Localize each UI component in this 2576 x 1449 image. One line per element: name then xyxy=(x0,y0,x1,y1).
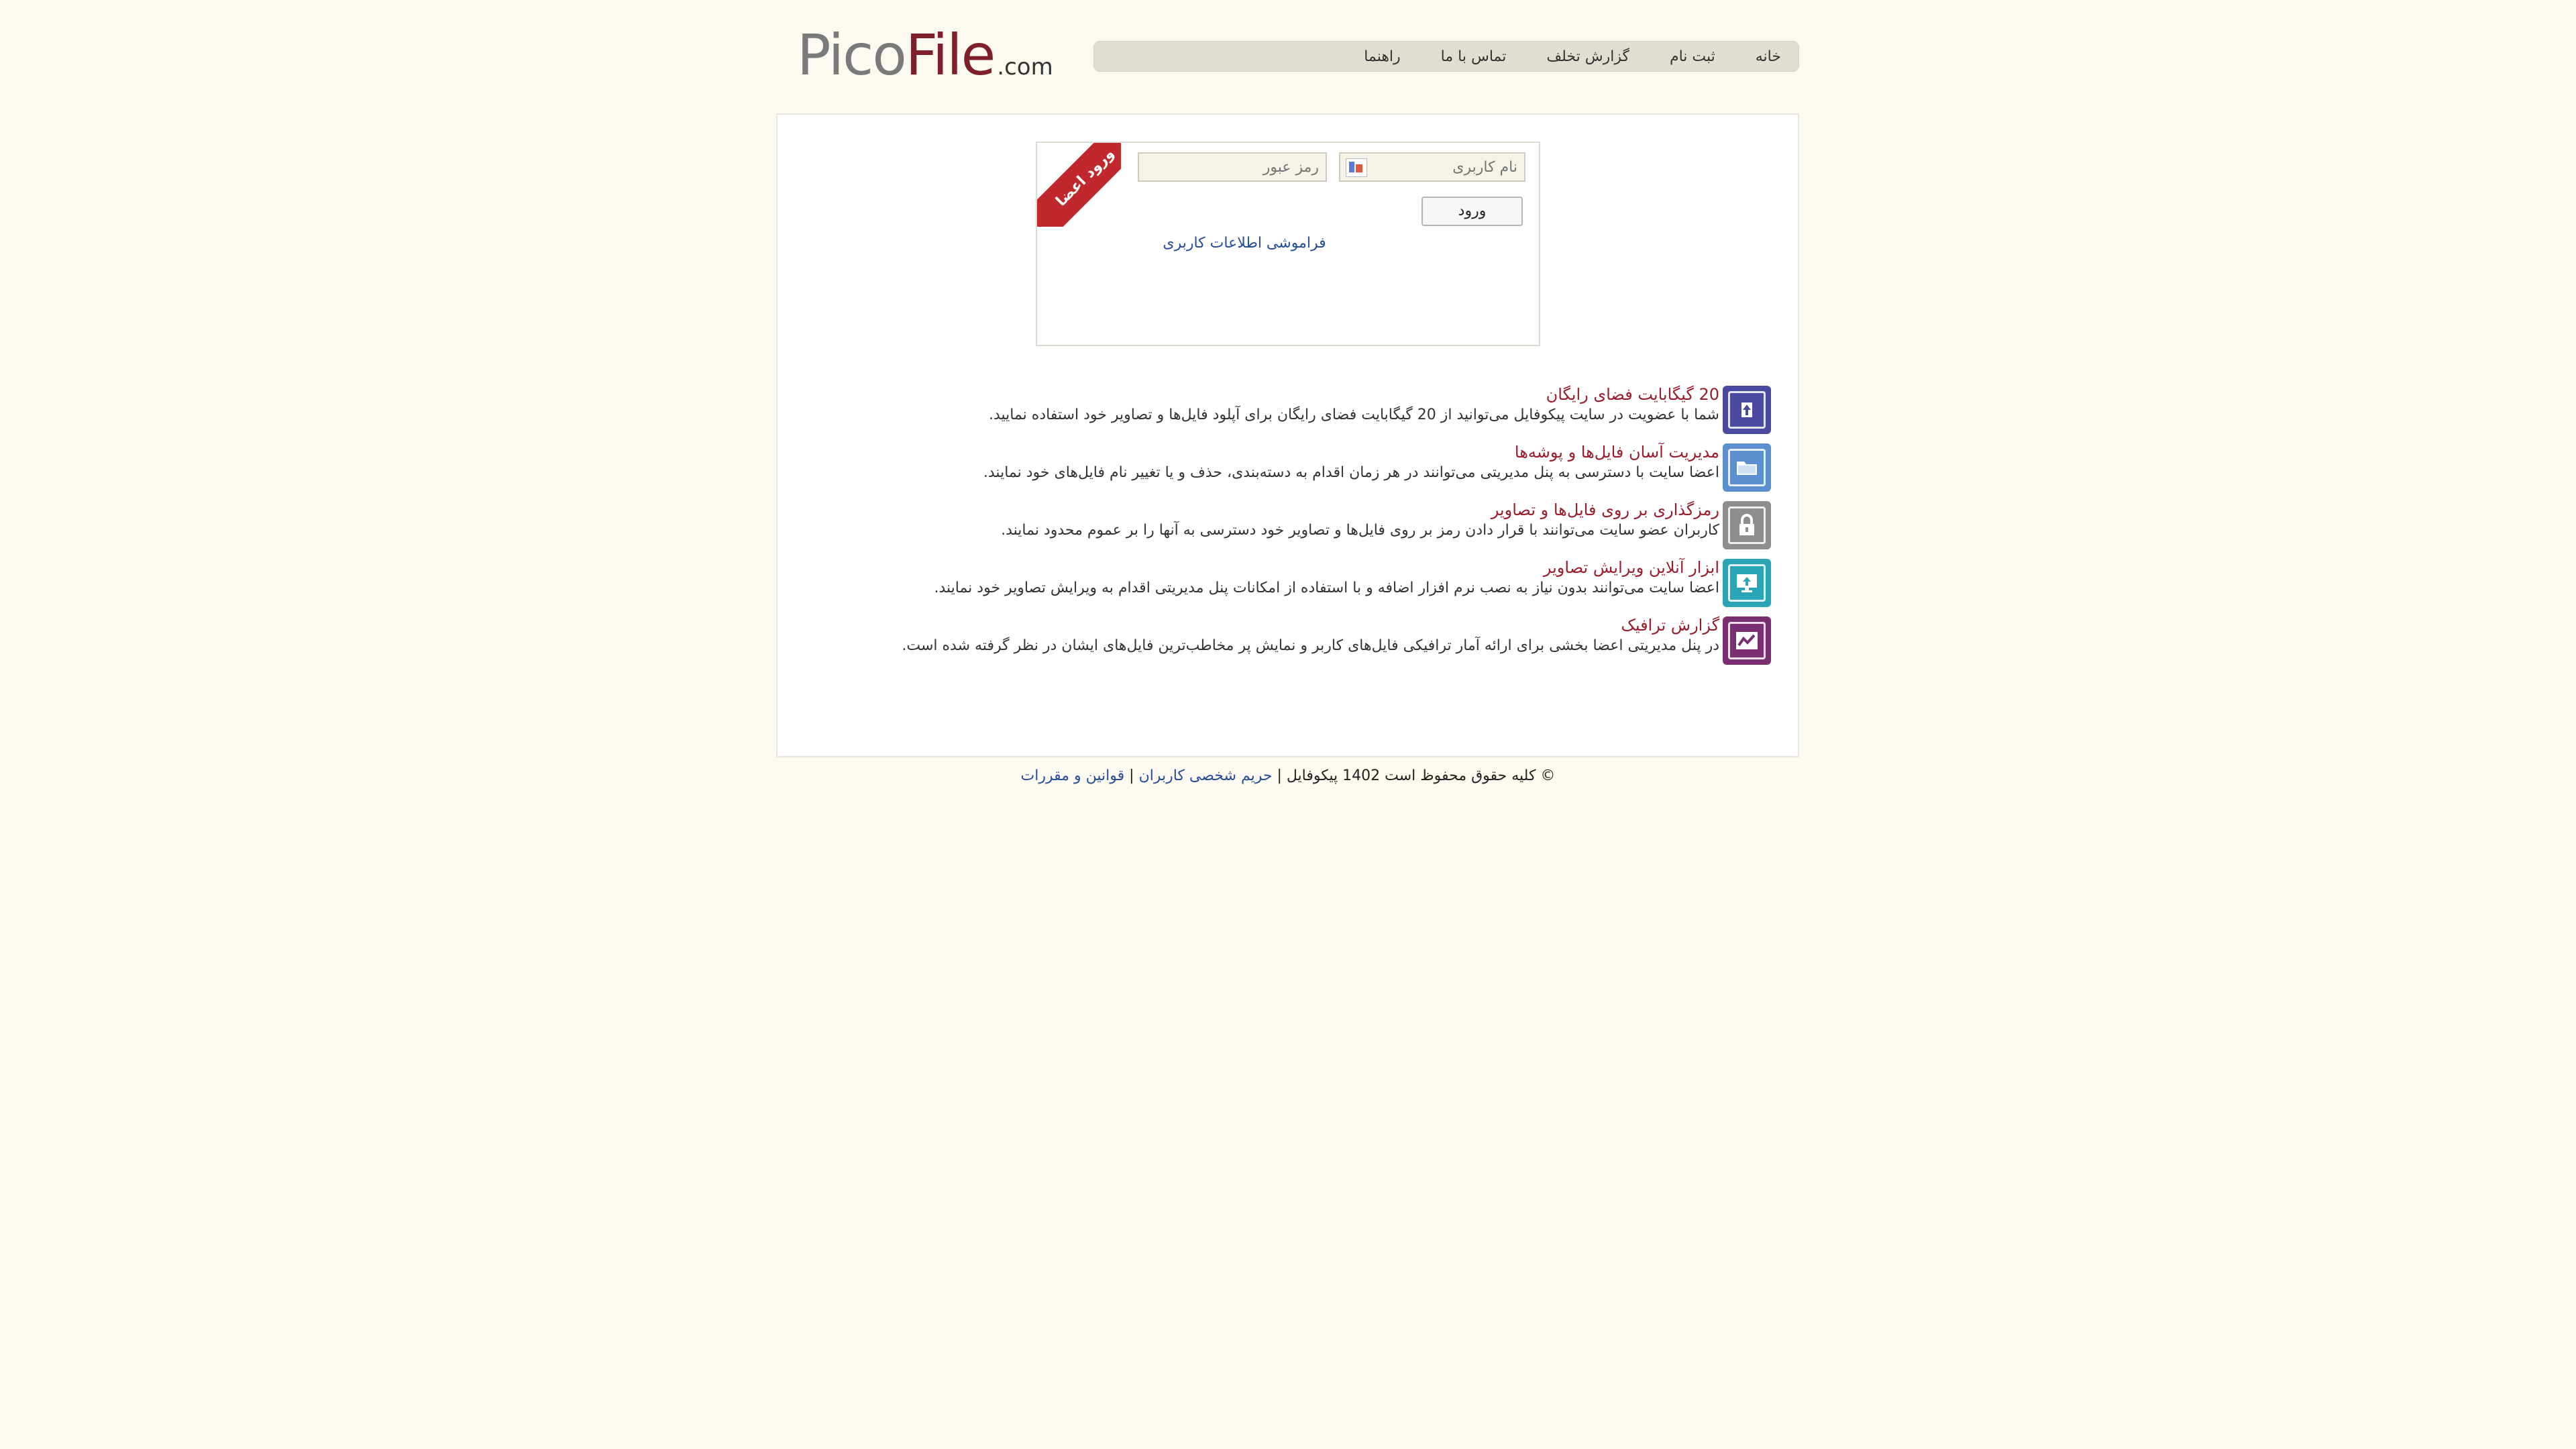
footer-separator: | xyxy=(1124,767,1139,784)
feature-password-protection: رمزگذاری بر روی فایل‌ها و تصاویر کاربران… xyxy=(1001,499,1719,541)
feature-title: ابزار آنلاین ویرایش تصاویر xyxy=(1543,558,1719,577)
nav-contact[interactable]: تماس با ما xyxy=(1441,48,1507,65)
logo-dotcom-text: .com xyxy=(997,54,1053,80)
privacy-link[interactable]: حریم شخصی کاربران xyxy=(1139,767,1273,784)
rules-link[interactable]: قوانین و مقررات xyxy=(1021,767,1125,784)
forgot-credentials-link[interactable]: فراموشی اطلاعات کاربری xyxy=(1161,235,1328,252)
feature-description: اعضا سایت می‌توانند بدون نیاز به نصب نرم… xyxy=(934,580,1719,596)
feature-title: رمزگذاری بر روی فایل‌ها و تصاویر xyxy=(1491,500,1719,519)
logo-pico-text: Pico xyxy=(797,22,907,88)
feature-title: گزارش ترافیک xyxy=(1621,616,1719,635)
keyboard-icon[interactable] xyxy=(1346,158,1367,177)
footer-separator: | xyxy=(1272,767,1287,784)
page: PicoFile .com خانه ثبت نام گزارش تخلف تما… xyxy=(0,0,2576,1449)
feature-description: در پنل مدیریتی اعضا بخشی برای ارائه آمار… xyxy=(902,637,1719,654)
footer: © کلیه حقوق محفوظ است 1402 پیکوفایل | حر… xyxy=(872,767,1704,784)
logo-file-text: File xyxy=(905,22,996,88)
feature-title: مدیریت آسان فایل‌ها و پوشه‌ها xyxy=(1514,443,1719,462)
ribbon-label: ورود اعضا xyxy=(1037,143,1121,227)
feature-file-management: مدیریت آسان فایل‌ها و پوشه‌ها اعضا سایت … xyxy=(983,441,1719,483)
upload-icon xyxy=(1723,386,1771,434)
feature-description: کاربران عضو سایت می‌توانند با قرار دادن … xyxy=(1001,522,1719,539)
site-logo[interactable]: PicoFile .com xyxy=(797,21,1053,89)
copyright-text: © کلیه حقوق محفوظ است 1402 پیکوفایل xyxy=(1286,767,1556,784)
feature-traffic-report: گزارش ترافیک در پنل مدیریتی اعضا بخشی بر… xyxy=(902,614,1719,656)
login-button[interactable]: ورود xyxy=(1421,197,1523,226)
feature-description: اعضا سایت با دسترسی به پنل مدیریتی می‌تو… xyxy=(983,464,1719,481)
nav-register[interactable]: ثبت نام xyxy=(1670,48,1715,65)
feature-free-space: 20 گیگابایت فضای رایگان شما با عضویت در … xyxy=(989,384,1719,425)
folder-icon xyxy=(1723,443,1771,492)
nav-home[interactable]: خانه xyxy=(1756,48,1781,65)
monitor-icon xyxy=(1723,559,1771,607)
nav-report-abuse[interactable]: گزارش تخلف xyxy=(1546,48,1629,65)
password-input[interactable] xyxy=(1138,152,1327,182)
members-login-ribbon: ورود اعضا xyxy=(1037,143,1121,227)
nav-help[interactable]: راهنما xyxy=(1364,48,1400,65)
traffic-chart-icon xyxy=(1723,616,1771,665)
feature-description: شما با عضویت در سایت پیکوفایل می‌توانید … xyxy=(988,407,1719,423)
top-nav-bar: خانه ثبت نام گزارش تخلف تماس با ما راهنم… xyxy=(1093,41,1799,72)
lock-icon xyxy=(1723,501,1771,549)
feature-image-editor: ابزار آنلاین ویرایش تصاویر اعضا سایت می‌… xyxy=(934,557,1719,598)
feature-title: 20 گیگابایت فضای رایگان xyxy=(1546,385,1719,404)
